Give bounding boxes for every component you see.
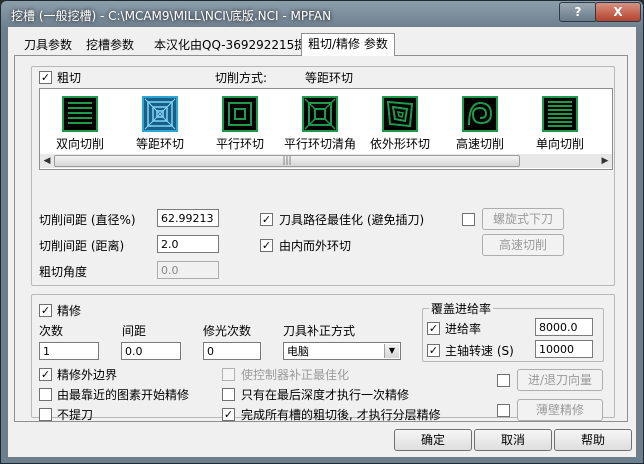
cutter-comp-value: 电脑 bbox=[287, 345, 309, 358]
feed-rate-label: 进给率 bbox=[445, 322, 482, 336]
thin-wall-button[interactable]: 薄壁精修 bbox=[517, 399, 603, 421]
high-speed-button[interactable]: 高速切削 bbox=[482, 234, 564, 256]
finish-outer-checkbox[interactable]: ✓ bbox=[39, 368, 52, 381]
title-bar[interactable]: 挖槽 (一般挖槽) - C:\MCAM9\MILL\NCI\底版.NCI - M… bbox=[1, 1, 643, 27]
cut-method-strip: 双向切削 等距环切 平行环切 平行环切清角 依外形环切 高速切削 单向切削 ◀ … bbox=[39, 88, 613, 170]
dialog-window: 挖槽 (一般挖槽) - C:\MCAM9\MILL\NCI\底版.NCI - M… bbox=[0, 0, 644, 464]
spring-passes-label: 修光次数 bbox=[203, 324, 252, 338]
window-title: 挖槽 (一般挖槽) - C:\MCAM9\MILL\NCI\底版.NCI - M… bbox=[11, 9, 332, 23]
cutter-comp-select[interactable]: 电脑 ▼ bbox=[283, 342, 401, 360]
tab-page-rough-finish: ✓ 粗切 切削方式: 等距环切 双向切削 等距环切 平行环切 平行环切清角 依外… bbox=[14, 55, 628, 422]
scroll-left-icon[interactable]: ◀ bbox=[40, 154, 54, 168]
method-label: 依外形环切 bbox=[369, 137, 430, 151]
method-label: 平行环切清角 bbox=[283, 137, 356, 151]
close-button[interactable]: X bbox=[595, 2, 641, 22]
tab-tool-params[interactable]: 刀具参数 bbox=[18, 35, 78, 55]
rough-angle-input[interactable]: 0.0 bbox=[157, 261, 219, 279]
final-depth-label: 只有在最后深度才执行一次精修 bbox=[241, 388, 410, 402]
feed-rate-checkbox[interactable]: ✓ bbox=[427, 322, 440, 335]
finish-label: 精修 bbox=[57, 304, 82, 318]
lead-in-out-button[interactable]: 进/退刀向量 bbox=[517, 369, 603, 391]
parallel-spiral-icon bbox=[222, 96, 258, 132]
spindle-speed-input[interactable]: 10000 bbox=[535, 340, 593, 358]
cutter-comp-label: 刀具补正方式 bbox=[283, 324, 356, 338]
method-label: 平行环切 bbox=[215, 137, 264, 151]
method-label: 单向切削 bbox=[535, 137, 584, 151]
method-parallel-spiral-clean[interactable]: 平行环切清角 bbox=[280, 95, 360, 155]
finish-passes-label: 次数 bbox=[39, 324, 64, 338]
finish-outer-label: 精修外边界 bbox=[57, 368, 118, 382]
method-constant-overlap-spiral[interactable]: 等距环切 bbox=[120, 95, 200, 155]
minimize-plunge-label: 刀具路径最佳化 (避免插刀) bbox=[279, 213, 425, 227]
high-speed-icon bbox=[462, 96, 498, 132]
finish-spacing-label: 间距 bbox=[122, 324, 147, 338]
optimize-comp-checkbox[interactable] bbox=[222, 368, 235, 381]
lead-in-out-checkbox[interactable] bbox=[497, 374, 510, 387]
method-parallel-spiral[interactable]: 平行环切 bbox=[200, 95, 280, 155]
tab-pocket-params[interactable]: 挖槽参数 bbox=[80, 35, 140, 55]
stepover-dist-label: 切削间距 (距离) bbox=[39, 239, 125, 253]
feed-rate-input[interactable]: 8000.0 bbox=[535, 318, 593, 336]
method-label: 高速切削 bbox=[455, 137, 504, 151]
method-zigzag[interactable]: 双向切削 bbox=[40, 95, 120, 155]
ok-button[interactable]: 确定 bbox=[394, 429, 472, 451]
constant-overlap-spiral-icon bbox=[142, 96, 178, 132]
start-closest-label: 由最靠近的图素开始精修 bbox=[57, 388, 190, 402]
scroll-right-icon[interactable]: ▶ bbox=[598, 154, 612, 168]
no-retract-checkbox[interactable] bbox=[39, 408, 52, 421]
minimize-plunge-checkbox[interactable]: ✓ bbox=[260, 213, 273, 226]
cut-method-label: 切削方式: bbox=[215, 71, 268, 85]
helix-entry-checkbox[interactable] bbox=[462, 213, 475, 226]
method-label: 双向切削 bbox=[55, 137, 104, 151]
start-closest-checkbox[interactable] bbox=[39, 388, 52, 401]
method-label: 等距环切 bbox=[135, 137, 184, 151]
finish-spacing-input[interactable]: 0.0 bbox=[121, 342, 181, 360]
zigzag-icon bbox=[62, 96, 98, 132]
method-one-way[interactable]: 单向切削 bbox=[520, 95, 600, 155]
tab-credit[interactable]: 本汉化由QQ-369292215提供 bbox=[148, 35, 324, 55]
finish-after-all-checkbox[interactable]: ✓ bbox=[222, 408, 235, 421]
finish-after-all-label: 完成所有槽的粗切後, 才执行分层精修 bbox=[241, 408, 441, 422]
cut-method-value: 等距环切 bbox=[305, 71, 354, 85]
method-morph-spiral[interactable]: 依外形环切 bbox=[360, 95, 440, 155]
help-button[interactable]: 帮助 bbox=[554, 429, 632, 451]
one-way-icon bbox=[542, 96, 578, 132]
optimize-comp-label: 使控制器补正最佳化 bbox=[241, 368, 350, 382]
rough-checkbox[interactable]: ✓ bbox=[39, 71, 52, 84]
stepover-pct-label: 切削间距 (直径%) bbox=[39, 213, 136, 227]
scroll-thumb[interactable]: ||| bbox=[54, 155, 520, 167]
inside-out-label: 由内而外环切 bbox=[279, 239, 352, 253]
help-title-button[interactable]: ? bbox=[559, 2, 597, 22]
helix-entry-button[interactable]: 螺旋式下刀 bbox=[482, 208, 564, 230]
tab-rough-finish[interactable]: 粗切/精修 参数 bbox=[301, 33, 395, 56]
override-feed-title: 覆盖进给率 bbox=[429, 300, 494, 317]
parallel-spiral-clean-corners-icon bbox=[302, 96, 338, 132]
spindle-speed-checkbox[interactable]: ✓ bbox=[427, 344, 440, 357]
finish-checkbox[interactable]: ✓ bbox=[39, 304, 52, 317]
chevron-down-icon[interactable]: ▼ bbox=[384, 344, 399, 358]
inside-out-checkbox[interactable]: ✓ bbox=[260, 239, 273, 252]
rough-angle-label: 粗切角度 bbox=[39, 265, 88, 279]
cancel-button[interactable]: 取消 bbox=[474, 429, 552, 451]
finish-passes-input[interactable]: 1 bbox=[39, 342, 99, 360]
dialog-client: 刀具参数 挖槽参数 本汉化由QQ-369292215提供 粗切/精修 参数 ✓ … bbox=[8, 27, 636, 457]
rough-label: 粗切 bbox=[57, 71, 82, 85]
method-high-speed[interactable]: 高速切削 bbox=[440, 95, 520, 155]
no-retract-label: 不提刀 bbox=[57, 408, 94, 422]
stepover-dist-input[interactable]: 2.0 bbox=[157, 235, 219, 253]
stepover-pct-input[interactable]: 62.99213 bbox=[157, 209, 219, 227]
spring-passes-input[interactable]: 0 bbox=[203, 342, 261, 360]
method-scrollbar[interactable]: ◀ ||| ▶ bbox=[40, 154, 612, 168]
final-depth-checkbox[interactable] bbox=[222, 388, 235, 401]
thin-wall-checkbox[interactable] bbox=[497, 404, 510, 417]
morph-spiral-icon bbox=[382, 96, 418, 132]
spindle-speed-label: 主轴转速 (S) bbox=[445, 344, 514, 358]
